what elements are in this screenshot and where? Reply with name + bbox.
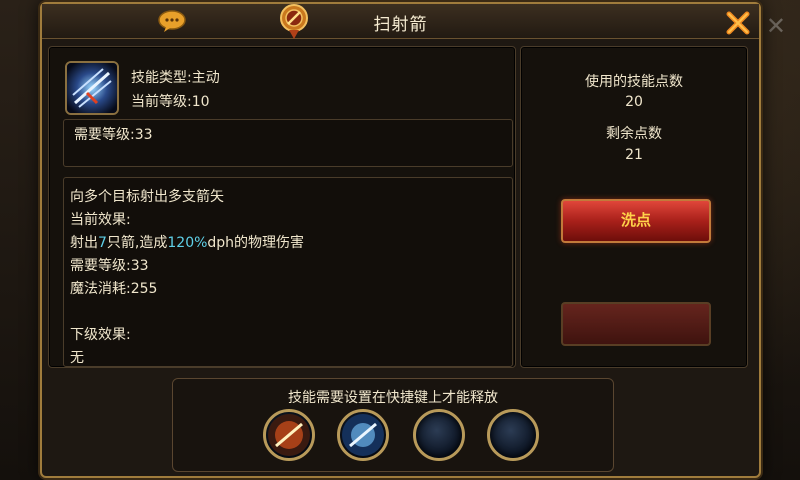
requirement-box: 需要等级:33: [63, 119, 513, 167]
effect-mid: 只箭,造成: [106, 235, 168, 251]
hotkey-slot-1[interactable]: [263, 409, 315, 461]
used-points-label: 使用的技能点数: [585, 74, 683, 90]
current-effect-label: 当前效果:: [70, 212, 131, 228]
hotkey-slot-3[interactable]: [413, 409, 465, 461]
hotkey-panel: 技能需要设置在快捷键上才能释放: [172, 378, 614, 472]
damage-percent: 120%: [167, 235, 208, 251]
close-icon[interactable]: [725, 10, 751, 36]
remaining-points-label: 剩余点数: [606, 126, 662, 142]
reset-points-button[interactable]: 洗点: [561, 199, 711, 243]
mana-cost-text: 魔法消耗:255: [70, 281, 158, 297]
arrow-count: 7: [98, 235, 107, 251]
effect-required-level: 需要等级:33: [70, 258, 149, 274]
background-button-ghost: [561, 302, 711, 346]
skill-detail-panel: 技能类型:主动 当前等级:10 需要等级:33 向多个目标射出多支箭矢 当前效果…: [48, 46, 516, 368]
remaining-points-value: 21: [625, 147, 643, 163]
hotkey-slot-4[interactable]: [487, 409, 539, 461]
next-effect-text: 无: [70, 350, 84, 366]
dialog-titlebar: 扫射箭: [42, 4, 759, 39]
current-effect-text: 射出7只箭,造成120%dph的物理伤害: [70, 232, 304, 252]
description-text: 向多个目标射出多支箭矢: [70, 189, 224, 205]
arrow-volley-slot-icon: [342, 414, 384, 456]
dialog-title: 扫射箭: [373, 15, 428, 35]
background-close-icon: ✕: [765, 12, 786, 40]
effect-suffix: dph的物理伤害: [207, 235, 305, 251]
skill-points-panel: 使用的技能点数 20 剩余点数 21 洗点: [520, 46, 748, 368]
effect-prefix: 射出: [70, 235, 98, 251]
skill-dialog: 扫射箭 技能类型:主动 当前等级:10 需要等级:33 向多个目标射出多支箭矢 …: [40, 2, 761, 478]
next-effect-label: 下级效果:: [70, 327, 131, 343]
description-box[interactable]: 向多个目标射出多支箭矢 当前效果: 射出7只箭,造成120%dph的物理伤害 需…: [63, 177, 513, 367]
hotkey-slot-2[interactable]: [337, 409, 389, 461]
fire-arrow-skill-icon: [268, 414, 310, 456]
used-points-value: 20: [625, 94, 643, 110]
skill-level-text: 当前等级:10: [131, 94, 210, 110]
arrow-volley-skill-icon: [65, 61, 119, 115]
skill-type-text: 技能类型:主动: [131, 70, 220, 86]
required-level-text: 需要等级:33: [74, 127, 153, 143]
hotkey-hint: 技能需要设置在快捷键上才能释放: [288, 390, 498, 406]
